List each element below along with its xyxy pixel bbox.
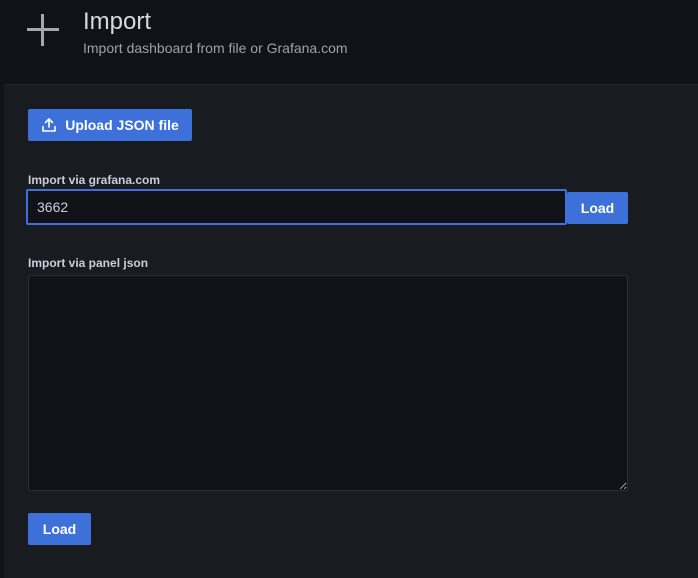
grafana-com-input[interactable] [26,189,567,225]
panel-json-textarea[interactable] [28,275,628,491]
plus-icon [26,13,60,47]
panel-json-load-button[interactable]: Load [28,513,91,545]
page-header: Import Import dashboard from file or Gra… [0,0,698,80]
page-title: Import [83,8,152,35]
upload-json-button[interactable]: Upload JSON file [28,109,192,141]
panel-json-label: Import via panel json [28,256,149,270]
import-panel: Upload JSON file Import via grafana.com … [4,84,698,578]
upload-icon [42,118,57,132]
upload-json-label: Upload JSON file [65,117,179,133]
page-subtitle: Import dashboard from file or Grafana.co… [83,40,348,56]
grafana-com-label: Import via grafana.com [28,173,161,187]
grafana-com-load-button[interactable]: Load [567,192,628,224]
